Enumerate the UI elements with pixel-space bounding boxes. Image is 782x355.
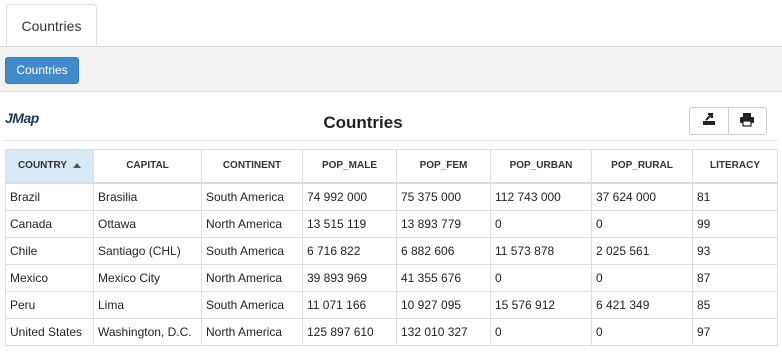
table-row[interactable]: United States Washington, D.C. North Ame… xyxy=(5,317,778,346)
table-row[interactable]: Peru Lima South America 11 071 166 10 92… xyxy=(5,290,778,319)
cell-pop-urban: 112 743 000 xyxy=(490,182,592,211)
cell-pop-male: 39 893 969 xyxy=(302,263,397,292)
report-actions xyxy=(689,107,767,135)
cell-capital: Ottawa xyxy=(93,209,202,238)
cell-pop-fem: 6 882 606 xyxy=(396,236,491,265)
cell-capital: Lima xyxy=(93,290,202,319)
cell-literacy: 81 xyxy=(692,182,778,211)
cell-pop-urban: 0 xyxy=(490,263,592,292)
cell-pop-urban: 15 576 912 xyxy=(490,290,592,319)
cell-pop-rural: 0 xyxy=(591,317,693,346)
cell-literacy: 93 xyxy=(692,236,778,265)
tab-strip: Countries xyxy=(0,0,782,47)
print-button[interactable] xyxy=(727,108,767,134)
column-header-capital[interactable]: CAPITAL xyxy=(93,149,202,184)
table-row[interactable]: Mexico Mexico City North America 39 893 … xyxy=(5,263,778,292)
tab-countries[interactable]: Countries xyxy=(6,4,97,46)
table-row[interactable]: Chile Santiago (CHL) South America 6 716… xyxy=(5,236,778,265)
cell-country: Peru xyxy=(5,290,94,319)
export-icon xyxy=(701,111,717,132)
cell-country: Chile xyxy=(5,236,94,265)
column-header-continent[interactable]: CONTINENT xyxy=(201,149,303,184)
cell-pop-rural: 2 025 561 xyxy=(591,236,693,265)
cell-continent: North America xyxy=(201,317,303,346)
cell-pop-urban: 11 573 878 xyxy=(490,236,592,265)
cell-capital: Mexico City xyxy=(93,263,202,292)
cell-pop-urban: 0 xyxy=(490,317,592,346)
column-header-literacy[interactable]: LITERACY xyxy=(692,149,778,184)
cell-pop-male: 125 897 610 xyxy=(302,317,397,346)
cell-pop-male: 11 071 166 xyxy=(302,290,397,319)
cell-pop-rural: 6 421 349 xyxy=(591,290,693,319)
column-header-country[interactable]: COUNTRY xyxy=(5,149,94,184)
cell-continent: South America xyxy=(201,182,303,211)
column-header-pop-urban[interactable]: POP_URBAN xyxy=(490,149,592,184)
sort-ascending-icon xyxy=(73,163,82,169)
cell-pop-fem: 132 010 327 xyxy=(396,317,491,346)
header-divider xyxy=(5,140,777,141)
report-title: Countries xyxy=(323,113,403,132)
cell-continent: North America xyxy=(201,209,303,238)
cell-capital: Brasilia xyxy=(93,182,202,211)
cell-pop-fem: 10 927 095 xyxy=(396,290,491,319)
cell-pop-fem: 13 893 779 xyxy=(396,209,491,238)
print-icon xyxy=(739,111,755,132)
cell-pop-male: 6 716 822 xyxy=(302,236,397,265)
cell-pop-fem: 41 355 676 xyxy=(396,263,491,292)
table-row[interactable]: Canada Ottawa North America 13 515 119 1… xyxy=(5,209,778,238)
cell-pop-male: 74 992 000 xyxy=(302,182,397,211)
column-header-pop-male[interactable]: POP_MALE xyxy=(302,149,397,184)
cell-pop-rural: 37 624 000 xyxy=(591,182,693,211)
cell-continent: North America xyxy=(201,263,303,292)
cell-pop-fem: 75 375 000 xyxy=(396,182,491,211)
cell-literacy: 85 xyxy=(692,290,778,319)
cell-pop-rural: 0 xyxy=(591,209,693,238)
column-header-pop-fem[interactable]: POP_FEM xyxy=(396,149,491,184)
cell-continent: South America xyxy=(201,236,303,265)
export-button[interactable] xyxy=(690,108,728,134)
cell-capital: Washington, D.C. xyxy=(93,317,202,346)
cell-country: Mexico xyxy=(5,263,94,292)
cell-country: Canada xyxy=(5,209,94,238)
column-header-pop-rural[interactable]: POP_RURAL xyxy=(591,149,693,184)
cell-pop-urban: 0 xyxy=(490,209,592,238)
cell-pop-male: 13 515 119 xyxy=(302,209,397,238)
countries-table: COUNTRY CAPITAL CONTINENT POP_MALE POP_F… xyxy=(5,149,778,346)
cell-country: United States xyxy=(5,317,94,346)
table-header-row: COUNTRY CAPITAL CONTINENT POP_MALE POP_F… xyxy=(5,149,778,184)
cell-capital: Santiago (CHL) xyxy=(93,236,202,265)
cell-literacy: 99 xyxy=(692,209,778,238)
cell-continent: South America xyxy=(201,290,303,319)
cell-pop-rural: 0 xyxy=(591,263,693,292)
countries-button[interactable]: Countries xyxy=(5,57,79,84)
table-row[interactable]: Brazil Brasilia South America 74 992 000… xyxy=(5,182,778,211)
toolbar: Countries xyxy=(0,47,782,92)
cell-literacy: 97 xyxy=(692,317,778,346)
cell-literacy: 87 xyxy=(692,263,778,292)
cell-country: Brazil xyxy=(5,182,94,211)
